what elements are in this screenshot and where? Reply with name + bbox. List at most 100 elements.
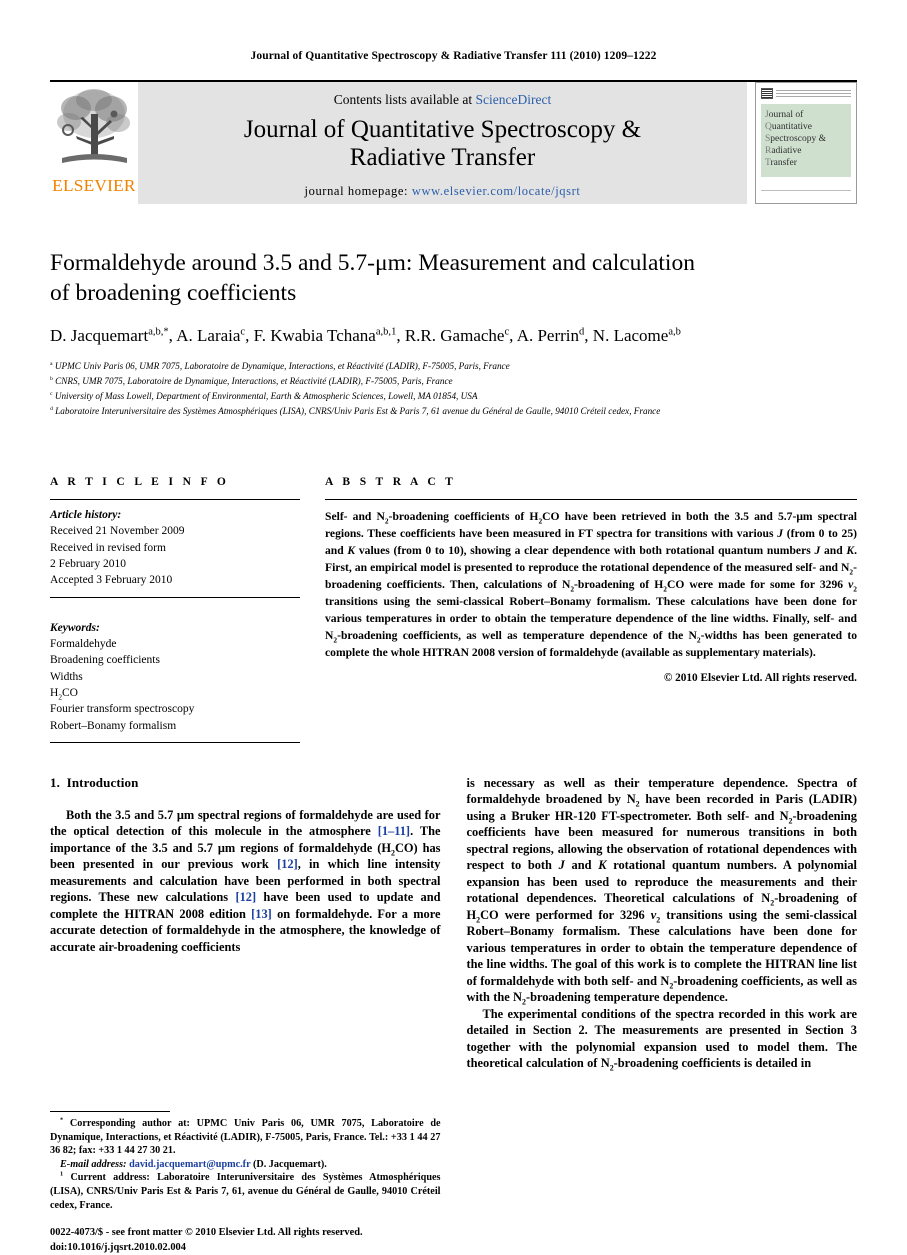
- keywords-block: Keywords: Formaldehyde Broadening coeffi…: [50, 613, 300, 742]
- body-column-right: is necessary as well as their temperatur…: [467, 775, 858, 1255]
- affiliation-mark: a: [50, 361, 53, 368]
- body-column-left: 1. Introduction Both the 3.5 and 5.7 μm …: [50, 775, 441, 1255]
- article-info-mid-rule: [50, 596, 300, 598]
- footnote-mark: *: [60, 1116, 64, 1124]
- author-list: D. Jacquemarta,b,*, A. Laraiac, F. Kwabi…: [50, 326, 681, 346]
- affiliation-item: b CNRS, UMR 7075, Laboratoire de Dynamiq…: [50, 374, 857, 389]
- cover-title-line: Spectroscopy &: [765, 134, 847, 146]
- author-name: F. Kwabia Tchana: [253, 326, 376, 346]
- keyword-item: Fourier transform spectroscopy: [50, 703, 195, 716]
- issn-line: 0022-4073/$ - see front matter © 2010 El…: [50, 1227, 363, 1239]
- citation-link[interactable]: [12]: [235, 890, 256, 904]
- affiliation-mark: b: [50, 376, 53, 383]
- author-name: N. Lacome: [592, 326, 669, 346]
- footnote-corresponding-author: * Corresponding author at: UPMC Univ Par…: [50, 1117, 441, 1158]
- citation-link[interactable]: [13]: [251, 907, 272, 921]
- email-suffix: (D. Jacquemart).: [252, 1158, 327, 1170]
- affiliation-text: University of Mass Lowell, Department of…: [54, 391, 478, 402]
- author-affiliation-marks: c: [504, 326, 510, 338]
- intro-paragraph-left: Both the 3.5 and 5.7 μm spectral regions…: [50, 807, 441, 954]
- affiliation-text: CNRS, UMR 7075, Laboratoire de Dynamique…: [55, 376, 453, 387]
- affiliation-item: a UPMC Univ Paris 06, UMR 7075, Laborato…: [50, 359, 857, 374]
- footnote-area: * Corresponding author at: UPMC Univ Par…: [50, 1111, 441, 1255]
- footnote-rule: [50, 1111, 170, 1113]
- cover-title-line: Transfer: [765, 158, 847, 170]
- author-affiliation-marks: c: [240, 326, 246, 338]
- citation-link[interactable]: [12]: [277, 857, 298, 871]
- keyword-item: Widths: [50, 670, 83, 683]
- cover-title-panel: Journal of Quantitative Spectroscopy & R…: [761, 104, 851, 178]
- author-affiliation-marks: d: [579, 326, 585, 338]
- affiliation-text: Laboratoire Interuniversitaire des Systè…: [55, 406, 661, 417]
- paper-page: Journal of Quantitative Spectroscopy & R…: [0, 0, 907, 1253]
- article-history-line: Received in revised form: [50, 541, 166, 554]
- author-name: A. Perrin: [516, 326, 580, 346]
- article-history-label: Article history:: [50, 508, 122, 521]
- article-history-line: 2 February 2010: [50, 557, 127, 570]
- journal-homepage-line: journal homepage: www.elsevier.com/locat…: [305, 184, 581, 199]
- email-link[interactable]: david.jacquemart@upmc.fr: [129, 1159, 250, 1170]
- cover-top-bar: [761, 88, 851, 101]
- article-info-heading: A R T I C L E I N F O: [50, 475, 230, 488]
- journal-homepage-link[interactable]: www.elsevier.com/locate/jqsrt: [412, 184, 581, 198]
- author-name: A. Laraia: [176, 326, 241, 346]
- footnote-text: Current address: Laboratoire Interuniver…: [50, 1172, 441, 1211]
- author-name: R.R. Gamache: [404, 326, 505, 346]
- homepage-prefix: journal homepage:: [304, 183, 412, 198]
- author-affiliation-marks: a,b: [668, 326, 681, 338]
- elsevier-tree-icon: [57, 89, 130, 163]
- keywords-label: Keywords:: [50, 621, 100, 634]
- affiliation-mark: d: [50, 405, 53, 412]
- cover-title-line: Quantitative: [765, 122, 847, 134]
- article-title-line-2: of broadening coefficients: [50, 279, 297, 306]
- abstract-copyright: © 2010 Elsevier Ltd. All rights reserved…: [663, 672, 857, 685]
- article-history: Article history: Received 21 November 20…: [50, 500, 300, 597]
- cover-line-rest: ournal of: [768, 110, 804, 120]
- doi-line: doi:10.1016/j.jqsrt.2010.02.004: [50, 1241, 186, 1253]
- article-title-line-1: Formaldehyde around 3.5 and 5.7-μm: Meas…: [50, 250, 695, 276]
- affiliation-list: a UPMC Univ Paris 06, UMR 7075, Laborato…: [50, 359, 857, 419]
- running-head: Journal of Quantitative Spectroscopy & R…: [250, 50, 657, 62]
- footnote-text: Corresponding author at: UPMC Univ Paris…: [50, 1118, 441, 1157]
- sciencedirect-link[interactable]: ScienceDirect: [476, 92, 552, 107]
- journal-banner: Contents lists available at ScienceDirec…: [138, 82, 747, 204]
- keyword-item: Robert–Bonamy formalism: [50, 719, 177, 732]
- contents-prefix: Contents lists available at: [333, 92, 476, 107]
- elsevier-wordmark: ELSEVIER: [52, 176, 136, 195]
- keyword-item: Broadening coefficients: [50, 654, 160, 667]
- journal-masthead: ELSEVIER Contents lists available at Sci…: [50, 80, 857, 204]
- section-name: Introduction: [66, 774, 139, 790]
- affiliation-item: c University of Mass Lowell, Department …: [50, 389, 857, 404]
- keyword-item: H2CO: [50, 686, 78, 702]
- article-info-column: A R T I C L E I N F O Article history: R…: [50, 476, 300, 743]
- abstract-text: Self- and N2-broadening coefficients of …: [325, 509, 857, 660]
- article-info-bottom-rule: [50, 741, 300, 743]
- elsevier-logo: ELSEVIER: [50, 82, 138, 204]
- journal-title-line-1: Journal of Quantitative Spectroscopy &: [243, 116, 642, 143]
- body-columns: 1. Introduction Both the 3.5 and 5.7 μm …: [50, 775, 857, 1255]
- intro-paragraph-right-continued: is necessary as well as their temperatur…: [466, 775, 858, 1007]
- article-title: Formaldehyde around 3.5 and 5.7-μm: Meas…: [50, 249, 857, 308]
- cover-bottom-rule: [761, 190, 851, 203]
- contents-available-line: Contents lists available at ScienceDirec…: [334, 92, 551, 108]
- citation-link[interactable]: [1–11]: [378, 824, 410, 838]
- cover-title-line: Radiative: [765, 146, 847, 158]
- author-affiliation-marks: a,b,*: [148, 326, 169, 338]
- author-affiliation-marks: a,b,1: [375, 326, 397, 338]
- cover-publisher-icon: [761, 88, 773, 99]
- footnote-current-address: 1 Current address: Laboratoire Interuniv…: [50, 1171, 441, 1212]
- info-abstract-row: A R T I C L E I N F O Article history: R…: [50, 476, 857, 743]
- affiliation-text: UPMC Univ Paris 06, UMR 7075, Laboratoir…: [54, 361, 510, 372]
- cover-line-rest: ransfer: [770, 157, 797, 168]
- cover-line-rest: adiative: [771, 145, 802, 156]
- journal-title-line-2: Radiative Transfer: [349, 144, 536, 172]
- cover-title-line: Journal of: [765, 110, 847, 122]
- cover-line-cap: Q: [765, 121, 772, 132]
- affiliation-mark: c: [50, 391, 53, 398]
- abstract-column: A B S T R A C T Self- and N2-broadening …: [325, 476, 857, 743]
- cover-top-rules: [776, 88, 851, 99]
- article-history-line: Received 21 November 2009: [50, 525, 185, 538]
- affiliation-item: d Laboratoire Interuniversitaire des Sys…: [50, 404, 857, 419]
- journal-cover-thumbnail: Journal of Quantitative Spectroscopy & R…: [755, 82, 857, 204]
- section-title-introduction: 1. Introduction: [50, 775, 441, 791]
